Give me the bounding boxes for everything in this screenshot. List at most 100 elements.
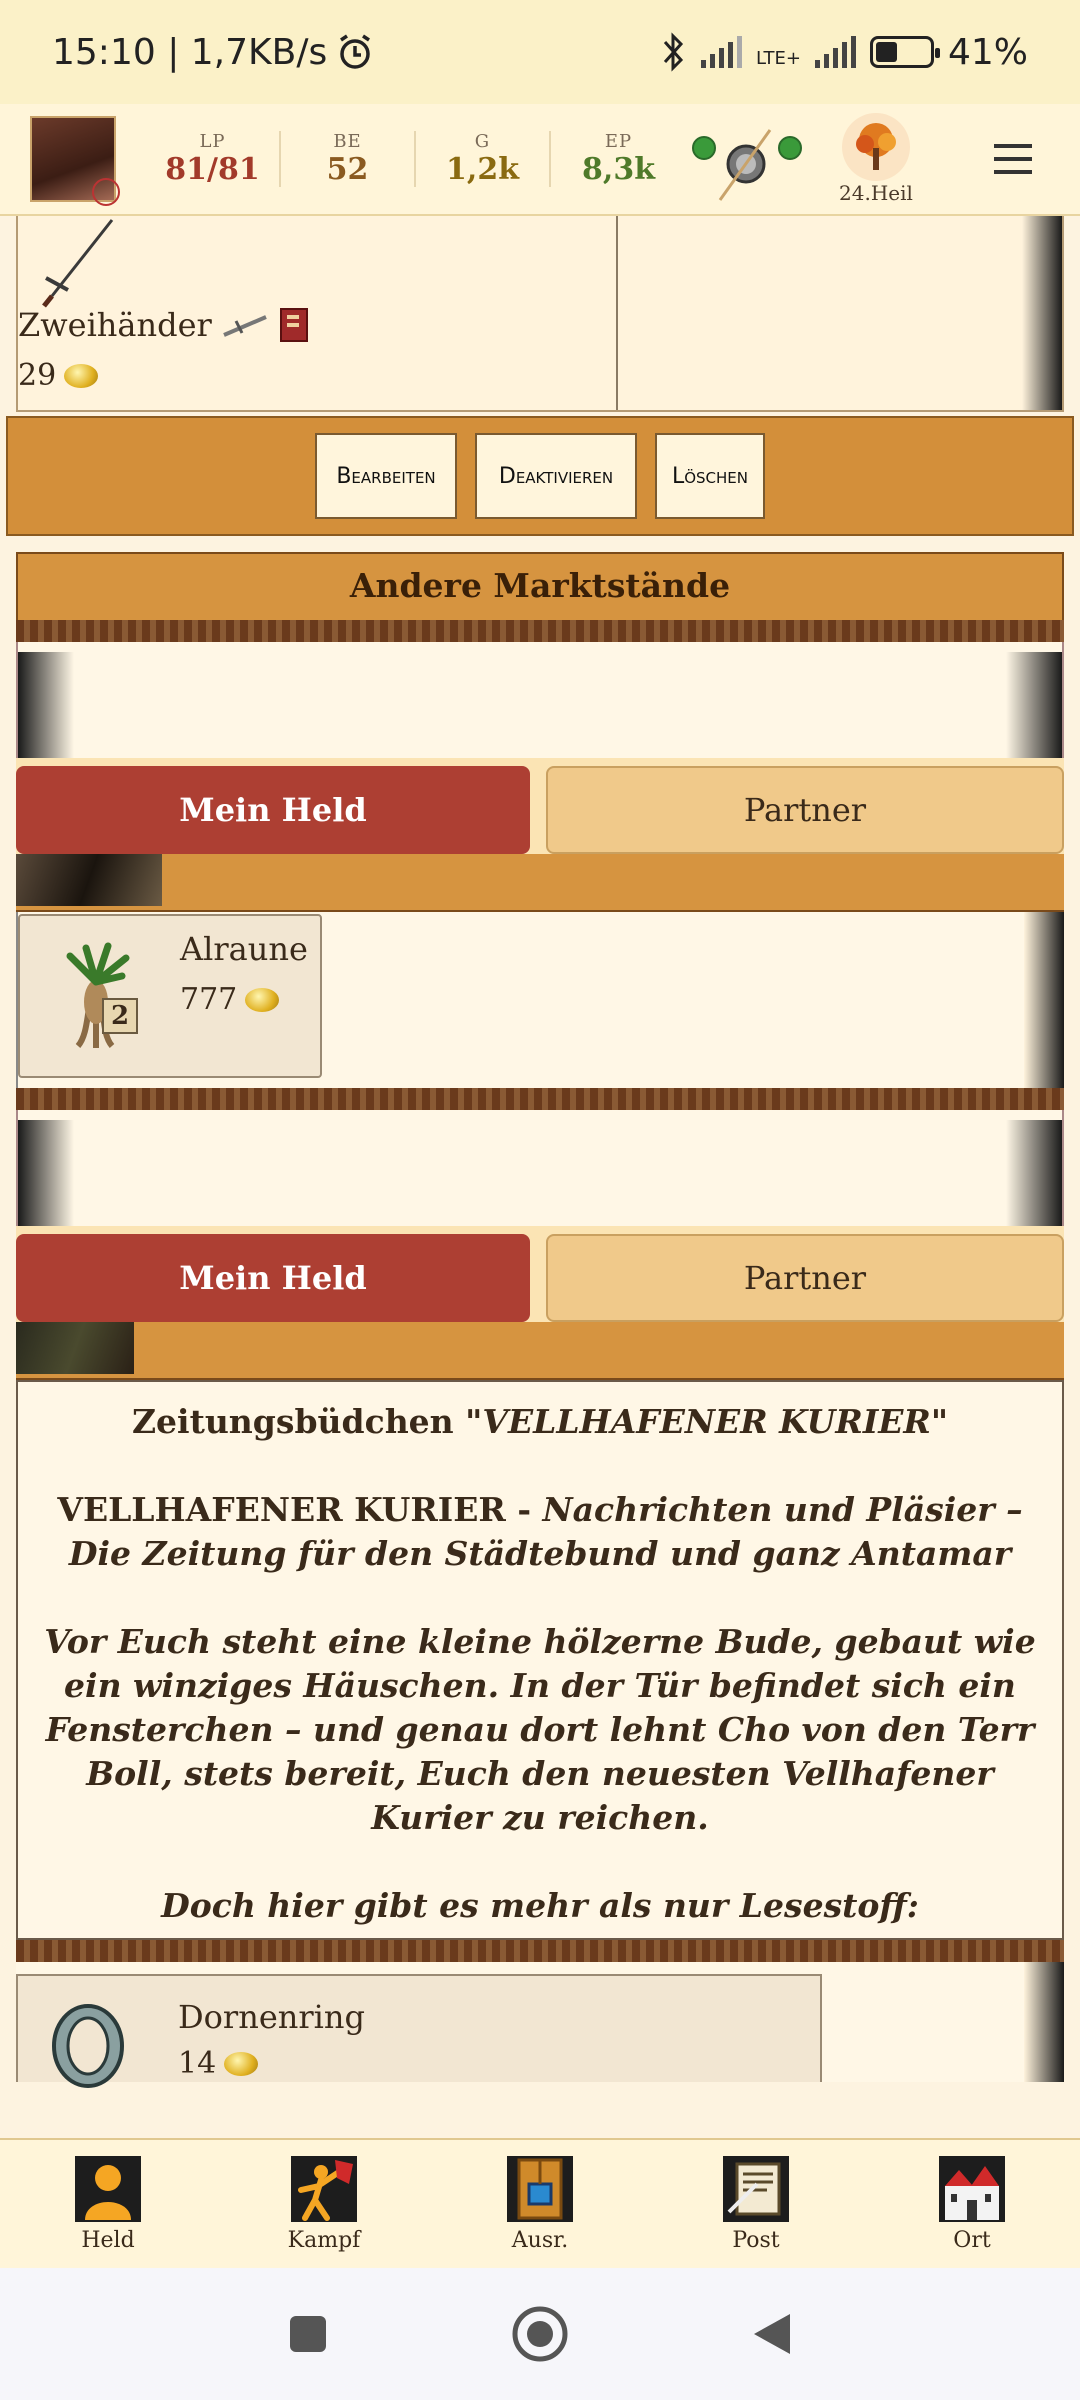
hero-icon	[75, 2155, 141, 2222]
news-more: Doch hier gibt es mehr als nur Lesestoff…	[42, 1884, 1038, 1928]
news-heading-suffix: "	[930, 1402, 949, 1441]
item-price-row: 29	[18, 358, 616, 393]
news-more-text: Doch hier gibt es mehr als nur Lesestoff…	[161, 1886, 919, 1925]
calendar-date: 24.Heil	[839, 181, 913, 205]
fight-icon	[291, 2155, 357, 2222]
stat-ep[interactable]: EP 8,3k	[551, 131, 686, 187]
stall-listing-2: Dornenring 14	[16, 1962, 1064, 2088]
avatar[interactable]	[30, 116, 120, 206]
compass-needle-icon	[718, 129, 772, 201]
stat-be-label: BE	[333, 131, 362, 152]
tab-my-hero[interactable]: Mein Held	[16, 766, 530, 854]
stat-g[interactable]: G 1,2k	[416, 131, 551, 187]
alarm-icon	[340, 34, 371, 69]
nav-held-label: Held	[81, 2227, 135, 2253]
own-stall-items: Zweihänder 29	[16, 216, 1064, 412]
status-time-text: 15:10 | 1,7KB/s	[52, 31, 328, 73]
status-bar: 15:10 | 1,7KB/s LTE+ 41%	[0, 0, 1080, 104]
town-icon	[939, 2155, 1005, 2222]
stall-list: Mein Held Partner 2 Alraune 777 Mein Hel…	[16, 620, 1064, 2088]
stall-owner-avatar[interactable]	[16, 1322, 134, 1374]
network-type: LTE+	[755, 47, 801, 69]
stall-listing-1: 2 Alraune 777	[16, 912, 1064, 1088]
stat-g-label: G	[474, 131, 491, 152]
tab-partner[interactable]: Partner	[546, 1234, 1064, 1322]
deactivate-button[interactable]: Deaktivieren	[475, 433, 637, 519]
sword-icon	[42, 219, 114, 308]
system-nav	[0, 2268, 1080, 2400]
item-price-row: 777	[180, 982, 280, 1017]
bluetooth-icon	[663, 32, 684, 72]
tab-my-hero[interactable]: Mein Held	[16, 1234, 530, 1322]
item-zweihaender[interactable]: Zweihänder 29	[18, 216, 618, 410]
ring-icon	[52, 2004, 124, 2088]
tab-partner[interactable]: Partner	[546, 766, 1064, 854]
stall-tabs-2: Mein Held Partner	[16, 1226, 1064, 1322]
battery-fill	[875, 42, 898, 62]
section-title: Andere Marktstände	[16, 552, 1064, 620]
news-description-text: Vor Euch steht eine kleine hölzerne Bude…	[44, 1622, 1036, 1837]
news-heading-name: VELLHAFENER KURIER	[482, 1402, 931, 1441]
nav-post[interactable]: Post	[696, 2155, 816, 2253]
nav-kampf[interactable]: Kampf	[264, 2155, 384, 2253]
item-price: 777	[180, 982, 238, 1017]
battery-text: 41%	[947, 31, 1028, 73]
menu-icon[interactable]	[994, 144, 1032, 174]
stall-tabs-1: Mein Held Partner	[16, 758, 1064, 854]
ornament-border	[16, 620, 1064, 642]
weapon-type-icon	[223, 315, 267, 337]
book-icon[interactable]	[278, 307, 310, 343]
coin-icon	[224, 2051, 259, 2076]
item-count-badge: 2	[102, 998, 138, 1034]
stat-lp-label: LP	[199, 131, 226, 152]
equipment-icon	[507, 2155, 573, 2222]
nav-held[interactable]: Held	[48, 2155, 168, 2253]
recent-apps-icon[interactable]	[286, 2312, 330, 2356]
stall-owner-bar	[16, 854, 1064, 912]
item-price: 14	[178, 2046, 217, 2081]
status-time: 15:10 | 1,7KB/s	[52, 32, 375, 73]
item-name: Dornenring	[178, 1998, 365, 2036]
item-name: Zweihänder	[18, 306, 212, 344]
stat-be-value: 52	[326, 152, 369, 187]
home-icon[interactable]	[510, 2304, 570, 2364]
stall-image-banner	[16, 1110, 1064, 1226]
compass-icon[interactable]	[686, 114, 806, 204]
stat-be[interactable]: BE 52	[281, 131, 416, 187]
item-card-dornenring[interactable]: Dornenring 14	[16, 1974, 822, 2088]
item-name-row: Zweihänder	[18, 306, 616, 344]
news-description: Vor Euch steht eine kleine hölzerne Bude…	[42, 1620, 1038, 1840]
stall-actions: Bearbeiten Deaktivieren Löschen	[6, 416, 1074, 536]
coin-icon	[245, 987, 280, 1012]
news-heading: Zeitungsbüdchen "VELLHAFENER KURIER"	[42, 1400, 1038, 1444]
stall-owner-bar	[16, 1322, 1064, 1380]
delete-button[interactable]: Löschen	[655, 433, 765, 519]
item-card-alraune[interactable]: 2 Alraune 777	[18, 914, 322, 1078]
nav-ort-label: Ort	[953, 2227, 991, 2253]
ornament-border	[16, 1940, 1064, 1962]
back-icon[interactable]	[750, 2310, 794, 2358]
stat-ep-label: EP	[604, 131, 633, 152]
bottom-nav: Held Kampf Ausr. Post Ort	[0, 2138, 1080, 2268]
battery-icon	[869, 36, 940, 68]
signal-icon	[700, 36, 742, 68]
nav-post-label: Post	[732, 2227, 780, 2253]
stall-owner-avatar[interactable]	[16, 854, 162, 906]
status-right: LTE+ 41%	[659, 32, 1028, 73]
status-dot-right	[778, 136, 802, 160]
news-tagline: VELLHAFENER KURIER - Nachrichten und Plä…	[42, 1488, 1038, 1576]
edit-button[interactable]: Bearbeiten	[315, 433, 457, 519]
calendar-tree[interactable]: 24.Heil	[826, 113, 926, 205]
nav-ort[interactable]: Ort	[912, 2155, 1032, 2253]
scroll-shade	[1022, 216, 1062, 410]
stat-ep-value: 8,3k	[582, 152, 655, 187]
hero-bar: LP 81/81 BE 52 G 1,2k EP 8,3k 24.Heil	[0, 104, 1080, 216]
news-stall-description: Zeitungsbüdchen "VELLHAFENER KURIER" VEL…	[16, 1380, 1064, 1940]
news-heading-prefix: Zeitungsbüdchen "	[131, 1402, 483, 1441]
item-name: Alraune	[180, 930, 308, 968]
scroll-shade	[1024, 912, 1064, 1088]
stat-lp[interactable]: LP 81/81	[146, 131, 281, 187]
nav-ausr[interactable]: Ausr.	[480, 2155, 600, 2253]
signal-icon-2	[814, 36, 856, 68]
stat-lp-value: 81/81	[165, 152, 260, 187]
